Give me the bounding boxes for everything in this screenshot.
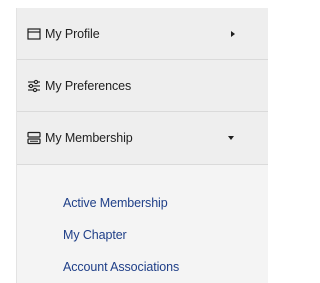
sliders-icon bbox=[28, 79, 40, 92]
menu-item-label: My Membership bbox=[45, 131, 133, 145]
menu-item-my-profile[interactable]: My Profile bbox=[17, 8, 268, 60]
membership-stack-icon bbox=[27, 131, 41, 145]
menu-item-label: My Profile bbox=[45, 26, 100, 41]
menu-item-my-preferences[interactable]: My Preferences bbox=[17, 60, 268, 112]
profile-card-icon bbox=[27, 27, 41, 40]
menu-item-label: My Preferences bbox=[45, 78, 132, 93]
menu-item-my-membership[interactable]: My Membership bbox=[17, 112, 268, 165]
submenu-link-active-membership[interactable]: Active Membership bbox=[63, 196, 168, 210]
caret-down-icon bbox=[228, 136, 234, 140]
caret-right-icon bbox=[231, 30, 235, 37]
submenu-link-account-associations[interactable]: Account Associations bbox=[63, 260, 179, 274]
submenu-link-my-chapter[interactable]: My Chapter bbox=[63, 228, 127, 242]
account-menu-panel: My Profile My Preferences My Membership … bbox=[16, 8, 268, 283]
membership-submenu: Active Membership My Chapter Account Ass… bbox=[17, 165, 268, 283]
